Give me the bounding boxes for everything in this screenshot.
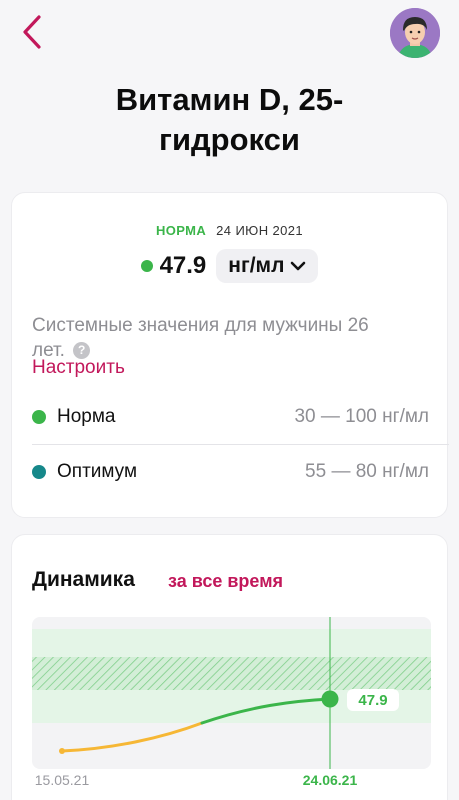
norm-dot-icon <box>32 410 46 424</box>
unit-label: нг/мл <box>228 254 285 277</box>
status-dot <box>140 260 153 272</box>
chart-svg: 47.9 15.05.21 24.06.21 <box>32 617 431 788</box>
optimum-dot-icon <box>32 465 46 479</box>
range-label: Оптимум <box>57 461 138 482</box>
chevron-left-icon <box>23 15 41 49</box>
reference-text-line-1: Системные значения для мужчины 26 <box>32 315 369 336</box>
data-label: 47.9 <box>358 692 387 709</box>
result-value: 47.9 <box>159 252 207 279</box>
status-badge: НОРМА <box>155 223 207 238</box>
data-point[interactable] <box>321 690 339 708</box>
period-selector-link[interactable]: за все время <box>168 571 283 592</box>
dynamics-title: Динамика <box>32 568 135 591</box>
avatar[interactable] <box>390 8 440 58</box>
reference-description: Системные значения для мужчины 26 лет. ? <box>32 313 422 363</box>
x-tick-label-selected: 24.06.21 <box>303 772 358 788</box>
result-date: 24 ИЮН 2021 <box>216 223 304 238</box>
chevron-down-icon <box>291 261 306 271</box>
setup-link[interactable]: Настроить <box>32 357 125 379</box>
dynamics-chart[interactable]: 47.9 15.05.21 24.06.21 <box>12 613 449 793</box>
unit-selector[interactable]: нг/мл <box>216 249 319 283</box>
status-line: НОРМА 24 ИЮН 2021 <box>12 223 447 238</box>
divider <box>32 444 449 445</box>
value-line: 47.9 нг/мл <box>12 249 447 283</box>
dynamics-card: Динамика за все время 47.9 15.05.21 24.0… <box>11 534 448 800</box>
top-bar <box>0 0 459 70</box>
start-point <box>59 748 65 754</box>
back-button[interactable] <box>14 12 50 52</box>
range-value: 55 — 80 нг/мл <box>305 461 429 482</box>
optimum-band <box>32 657 431 690</box>
range-row-norm: Норма 30 — 100 нг/мл <box>32 405 429 429</box>
x-tick-label-start: 15.05.21 <box>35 772 90 788</box>
user-avatar-icon <box>390 8 440 58</box>
range-row-optimum: Оптимум 55 — 80 нг/мл <box>32 460 429 484</box>
page-title-line-2: гидрокси <box>159 122 300 157</box>
range-label: Норма <box>57 406 116 427</box>
result-card: НОРМА 24 ИЮН 2021 47.9 нг/мл Системные з… <box>11 192 449 518</box>
page-title: Витамин D, 25- гидрокси <box>40 80 419 160</box>
range-value: 30 — 100 нг/мл <box>294 406 429 427</box>
page-title-line-1: Витамин D, 25- <box>115 82 344 117</box>
